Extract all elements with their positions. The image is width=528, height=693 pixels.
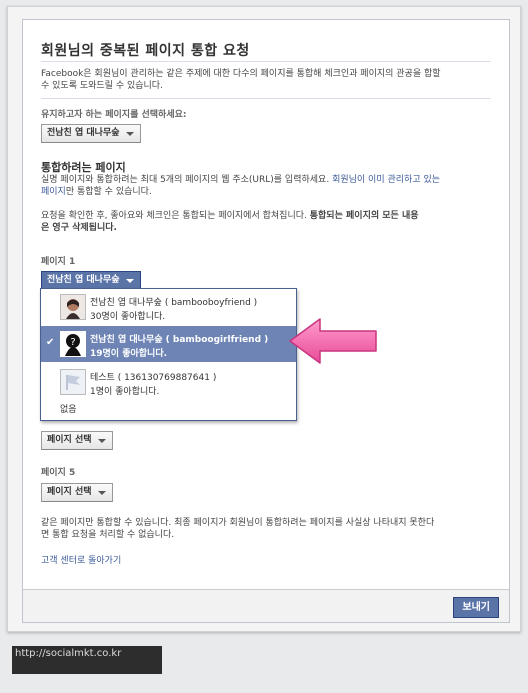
menu-item-none[interactable]: 없음 xyxy=(60,404,77,416)
page1-dropdown-menu: 전남친 엽 대나무숲 ( bambooboyfriend ) 30명이 좋아합니… xyxy=(40,288,297,421)
warning-bold-text: 통합되는 페이지의 모든 내용 xyxy=(309,211,419,221)
notice-text: 같은 페이지만 통합할 수 있습니다. 최종 페이지가 회원님이 통합하려는 페… xyxy=(41,517,501,541)
page4-select-label: 페이지 선택 xyxy=(47,435,92,445)
menu-item-likes: 19명이 좋아합니다. xyxy=(90,349,168,359)
send-button[interactable]: 보내기 xyxy=(453,597,499,618)
intro-text: Facebook은 회원님이 관리하는 같은 주제에 대한 다수의 페이지를 통… xyxy=(41,68,501,92)
chevron-down-icon xyxy=(97,491,106,495)
checkmark-icon: ✔ xyxy=(46,337,55,348)
managed-pages-link[interactable]: 회원님이 이미 관리하고 있는 xyxy=(332,175,440,185)
pink-arrow-annotation xyxy=(289,318,377,364)
page5-select[interactable]: 페이지 선택 xyxy=(41,483,113,502)
page1-select-label: 전남친 엽 대나무숲 xyxy=(47,275,120,285)
page-avatar xyxy=(60,294,86,320)
notice-line-2: 면 통합 요청을 처리할 수 없습니다. xyxy=(41,530,175,540)
title-divider xyxy=(41,61,491,62)
page-avatar: ? xyxy=(60,331,86,357)
watermark-url: http://socialmkt.co.kr xyxy=(12,646,162,674)
intro-line-1: Facebook은 회원님이 관리하는 같은 주제에 대한 다수의 페이지를 통… xyxy=(41,69,441,79)
merge-desc-text: 실명 페이지와 통합하려는 최대 5개의 페이지의 웹 주소(URL)를 입력하… xyxy=(41,175,330,185)
question-silhouette-icon: ? xyxy=(61,332,85,356)
menu-item-selected[interactable]: ✔ ? 전남친 엽 대나무숲 ( bamboogirlfriend ) 19명이… xyxy=(41,326,296,362)
keep-page-select[interactable]: 전남친 엽 대나무숲 xyxy=(41,124,141,143)
page4-select[interactable]: 페이지 선택 xyxy=(41,431,113,450)
chevron-down-icon xyxy=(125,132,134,136)
merge-dialog: 회원님의 중복된 페이지 통합 요청 Facebook은 회원님이 관리하는 같… xyxy=(22,19,510,623)
page5-label: 페이지 5 xyxy=(41,468,76,478)
help-center-link[interactable]: 고객 센터로 돌아가기 xyxy=(41,555,121,567)
menu-item-likes: 1명이 좋아합니다. xyxy=(90,387,160,397)
page1-label: 페이지 1 xyxy=(41,257,76,267)
intro-line-2: 수 있도록 도와드릴 수 있습니다. xyxy=(41,81,163,91)
chevron-down-icon xyxy=(97,439,106,443)
dialog-title: 회원님의 중복된 페이지 통합 요청 xyxy=(41,43,250,59)
merge-description: 실명 페이지와 통합하려는 최대 5개의 페이지의 웹 주소(URL)를 입력하… xyxy=(41,174,501,198)
merge-heading: 통합하려는 페이지 xyxy=(41,161,126,174)
chevron-down-icon xyxy=(125,279,134,283)
person-photo-icon xyxy=(61,295,85,319)
menu-item-likes: 30명이 좋아합니다. xyxy=(90,312,166,322)
keep-label: 유지하고자 하는 페이지를 선택하세요: xyxy=(41,110,187,120)
notice-line-1: 같은 페이지만 통합할 수 있습니다. 최종 페이지가 회원님이 통합하려는 페… xyxy=(41,518,435,528)
menu-item-title: 테스트 ( 136130769887641 ) xyxy=(90,373,217,383)
flag-icon xyxy=(61,370,85,394)
menu-item[interactable]: 전남친 엽 대나무숲 ( bambooboyfriend ) 30명이 좋아합니… xyxy=(41,289,296,325)
menu-item-title: 전남친 엽 대나무숲 ( bamboogirlfriend ) xyxy=(90,335,269,345)
svg-text:?: ? xyxy=(70,337,75,348)
intro-divider xyxy=(41,98,491,99)
menu-item[interactable]: 테스트 ( 136130769887641 ) 1명이 좋아합니다. xyxy=(41,364,296,400)
warning-bold-text-2: 은 영구 삭제됩니다. xyxy=(41,223,117,233)
keep-page-select-label: 전남친 엽 대나무숲 xyxy=(47,128,120,138)
merge-warning: 요청을 확인한 후, 좋아요와 체크인은 통합되는 페이지에서 합쳐집니다. 통… xyxy=(41,210,501,234)
page5-select-label: 페이지 선택 xyxy=(47,487,92,497)
warning-text: 요청을 확인한 후, 좋아요와 체크인은 통합되는 페이지에서 합쳐집니다. xyxy=(41,211,307,221)
merge-desc-text-2: 만 통합할 수 있습니다. xyxy=(65,187,152,197)
page-avatar xyxy=(60,369,86,395)
dialog-footer: 보내기 xyxy=(23,589,509,622)
menu-item-title: 전남친 엽 대나무숲 ( bambooboyfriend ) xyxy=(90,298,258,308)
pages-link[interactable]: 페이지 xyxy=(41,187,66,197)
